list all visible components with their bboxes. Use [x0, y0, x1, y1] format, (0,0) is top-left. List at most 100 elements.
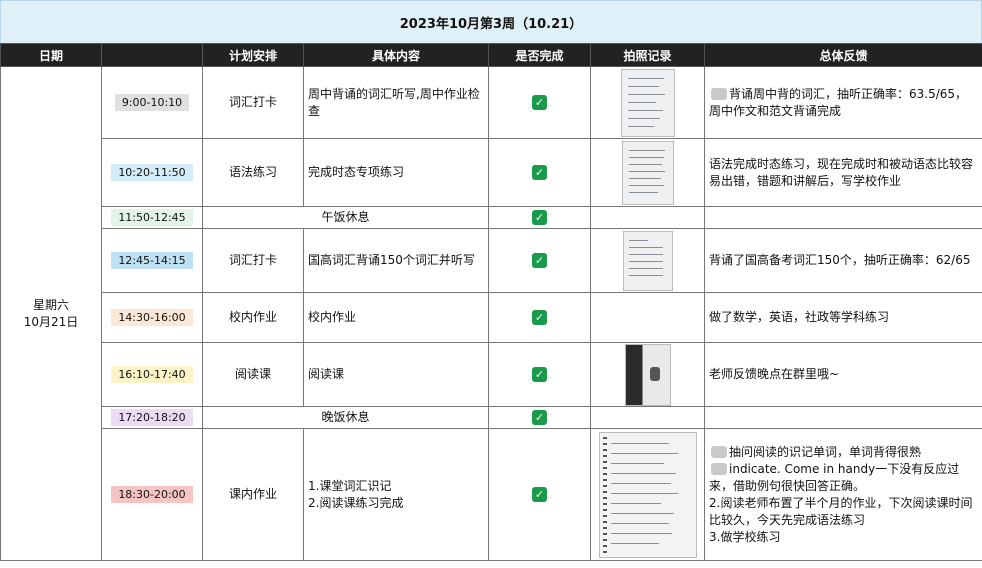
- time-cell: 17:20-18:20: [101, 406, 203, 429]
- feedback-line: 抽问阅读的识记单词，单词背得很熟: [709, 444, 978, 461]
- checkmark-icon: ✓: [532, 210, 547, 225]
- content-cell: 校内作业: [303, 292, 489, 343]
- time-cell: 9:00-10:10: [101, 66, 203, 139]
- feedback-cell: 背诵了国高备考词汇150个，抽听正确率：62/65: [704, 228, 982, 293]
- content-cell: 阅读课: [303, 342, 489, 407]
- time-badge: 12:45-14:15: [111, 252, 193, 269]
- feedback-cell: 做了数学，英语，社政等学科练习: [704, 292, 982, 343]
- done-cell: ✓: [488, 228, 591, 293]
- checkmark-icon: ✓: [532, 165, 547, 180]
- time-badge: 9:00-10:10: [114, 94, 190, 111]
- header-date: 日期: [0, 43, 102, 67]
- checkmark-icon: ✓: [532, 310, 547, 325]
- feedback-cell: [704, 206, 982, 229]
- table-row: 11:50-12:45 午饭休息 ✓: [1, 206, 982, 229]
- time-badge: 14:30-16:00: [111, 309, 193, 326]
- photo-cell: [590, 342, 705, 407]
- plan-cell: 阅读课: [202, 342, 304, 407]
- plan-cell: 课内作业: [202, 428, 304, 561]
- time-badge: 18:30-20:00: [111, 486, 193, 503]
- plan-cell: 词汇打卡: [202, 228, 304, 293]
- content-line: 1.课堂词汇识记: [308, 478, 392, 493]
- plan-cell: 校内作业: [202, 292, 304, 343]
- table-row: 16:10-17:40 阅读课 阅读课 ✓ 老师反馈晚点在群里哦~: [1, 342, 982, 407]
- checkmark-icon: ✓: [532, 253, 547, 268]
- time-badge: 10:20-11:50: [111, 164, 193, 181]
- header-plan: 计划安排: [202, 43, 304, 67]
- done-cell: ✓: [488, 292, 591, 343]
- schedule-document: 2023年10月第3周（10.21） 日期 计划安排 具体内容 是否完成 拍照记…: [0, 0, 982, 568]
- break-label: 午饭休息: [202, 206, 489, 229]
- checkmark-icon: ✓: [532, 487, 547, 502]
- time-cell: 12:45-14:15: [101, 228, 203, 293]
- photo-cell: [590, 428, 705, 561]
- done-cell: ✓: [488, 406, 591, 429]
- photo-cell: [590, 66, 705, 139]
- feedback-cell: 老师反馈晚点在群里哦~: [704, 342, 982, 407]
- feedback-cell: 背诵周中背的词汇，抽听正确率：63.5/65，周中作文和范文背诵完成: [704, 66, 982, 139]
- document-photo-thumbnail[interactable]: [620, 68, 675, 137]
- checkmark-icon: ✓: [532, 410, 547, 425]
- done-cell: ✓: [488, 342, 591, 407]
- checkmark-icon: ✓: [532, 367, 547, 382]
- table-row: 18:30-20:00 课内作业 1.课堂词汇识记 2.阅读课练习完成 ✓ 抽问…: [1, 428, 982, 561]
- time-cell: 11:50-12:45: [101, 206, 203, 229]
- document-photo-thumbnail[interactable]: [621, 140, 674, 205]
- feedback-line: indicate. Come in handy一下没有反应过: [709, 461, 978, 478]
- done-cell: ✓: [488, 206, 591, 229]
- page-title: 2023年10月第3周（10.21）: [0, 0, 982, 43]
- time-cell: 16:10-17:40: [101, 342, 203, 407]
- feedback-cell: 抽问阅读的识记单词，单词背得很熟 indicate. Come in handy…: [704, 428, 982, 561]
- redaction-blur: [711, 446, 727, 458]
- header-done: 是否完成: [488, 43, 591, 67]
- photo-cell: [590, 138, 705, 207]
- content-cell: 国高词汇背诵150个词汇并听写: [303, 228, 489, 293]
- feedback-line: 3.做学校练习: [709, 529, 781, 544]
- handwritten-notes-photo-thumbnail[interactable]: [598, 431, 697, 558]
- time-cell: 18:30-20:00: [101, 428, 203, 561]
- date-weekday: 星期六: [32, 297, 69, 312]
- feedback-cell: [704, 406, 982, 429]
- photo-cell: [590, 228, 705, 293]
- classroom-photo-thumbnail[interactable]: [624, 343, 671, 406]
- content-cell: 1.课堂词汇识记 2.阅读课练习完成: [303, 428, 489, 561]
- table-row: 14:30-16:00 校内作业 校内作业 ✓ 做了数学，英语，社政等学科练习: [1, 292, 982, 343]
- time-badge: 11:50-12:45: [111, 209, 193, 226]
- plan-cell: 词汇打卡: [202, 66, 304, 139]
- content-cell: 完成时态专项练习: [303, 138, 489, 207]
- redaction-blur: [711, 88, 727, 100]
- feedback-line: 2.阅读老师布置了半个月的作业，下次阅读课时间: [709, 495, 973, 510]
- content-line: 2.阅读课练习完成: [308, 495, 404, 510]
- date-day: 10月21日: [23, 314, 79, 329]
- table-row: 12:45-14:15 词汇打卡 国高词汇背诵150个词汇并听写 ✓ 背诵了国高…: [1, 228, 982, 293]
- feedback-line: 来，借助例句很快回答正确。: [709, 478, 866, 493]
- header-content: 具体内容: [303, 43, 489, 67]
- done-cell: ✓: [488, 138, 591, 207]
- photo-cell: [590, 292, 705, 343]
- done-cell: ✓: [488, 66, 591, 139]
- photo-cell: [590, 406, 705, 429]
- time-badge: 16:10-17:40: [111, 366, 193, 383]
- feedback-cell: 语法完成时态练习，现在完成时和被动语态比较容易出错，错题和讲解后，写学校作业: [704, 138, 982, 207]
- table-row: 17:20-18:20 晚饭休息 ✓: [1, 406, 982, 429]
- table-row: 星期六 10月21日 9:00-10:10 词汇打卡 周中背诵的词汇听写,周中作…: [0, 66, 982, 561]
- date-cell: 星期六 10月21日: [0, 66, 102, 561]
- time-cell: 10:20-11:50: [101, 138, 203, 207]
- checkmark-icon: ✓: [532, 95, 547, 110]
- time-cell: 14:30-16:00: [101, 292, 203, 343]
- plan-cell: 语法练习: [202, 138, 304, 207]
- photo-cell: [590, 206, 705, 229]
- table-header-row: 日期 计划安排 具体内容 是否完成 拍照记录 总体反馈: [0, 43, 982, 67]
- done-cell: ✓: [488, 428, 591, 561]
- header-time: [101, 43, 203, 67]
- header-photo: 拍照记录: [590, 43, 705, 67]
- schedule-table: 日期 计划安排 具体内容 是否完成 拍照记录 总体反馈 星期六 10月21日 9…: [0, 43, 982, 561]
- time-badge: 17:20-18:20: [111, 409, 193, 426]
- document-photo-thumbnail[interactable]: [622, 230, 673, 291]
- break-label: 晚饭休息: [202, 406, 489, 429]
- header-feedback: 总体反馈: [704, 43, 982, 67]
- feedback-line: 比较久，今天先完成语法练习: [709, 512, 866, 527]
- table-row: 10:20-11:50 语法练习 完成时态专项练习 ✓ 语法完成时态练习，现在完…: [1, 138, 982, 207]
- redaction-blur: [711, 463, 727, 475]
- content-cell: 周中背诵的词汇听写,周中作业检查: [303, 66, 489, 139]
